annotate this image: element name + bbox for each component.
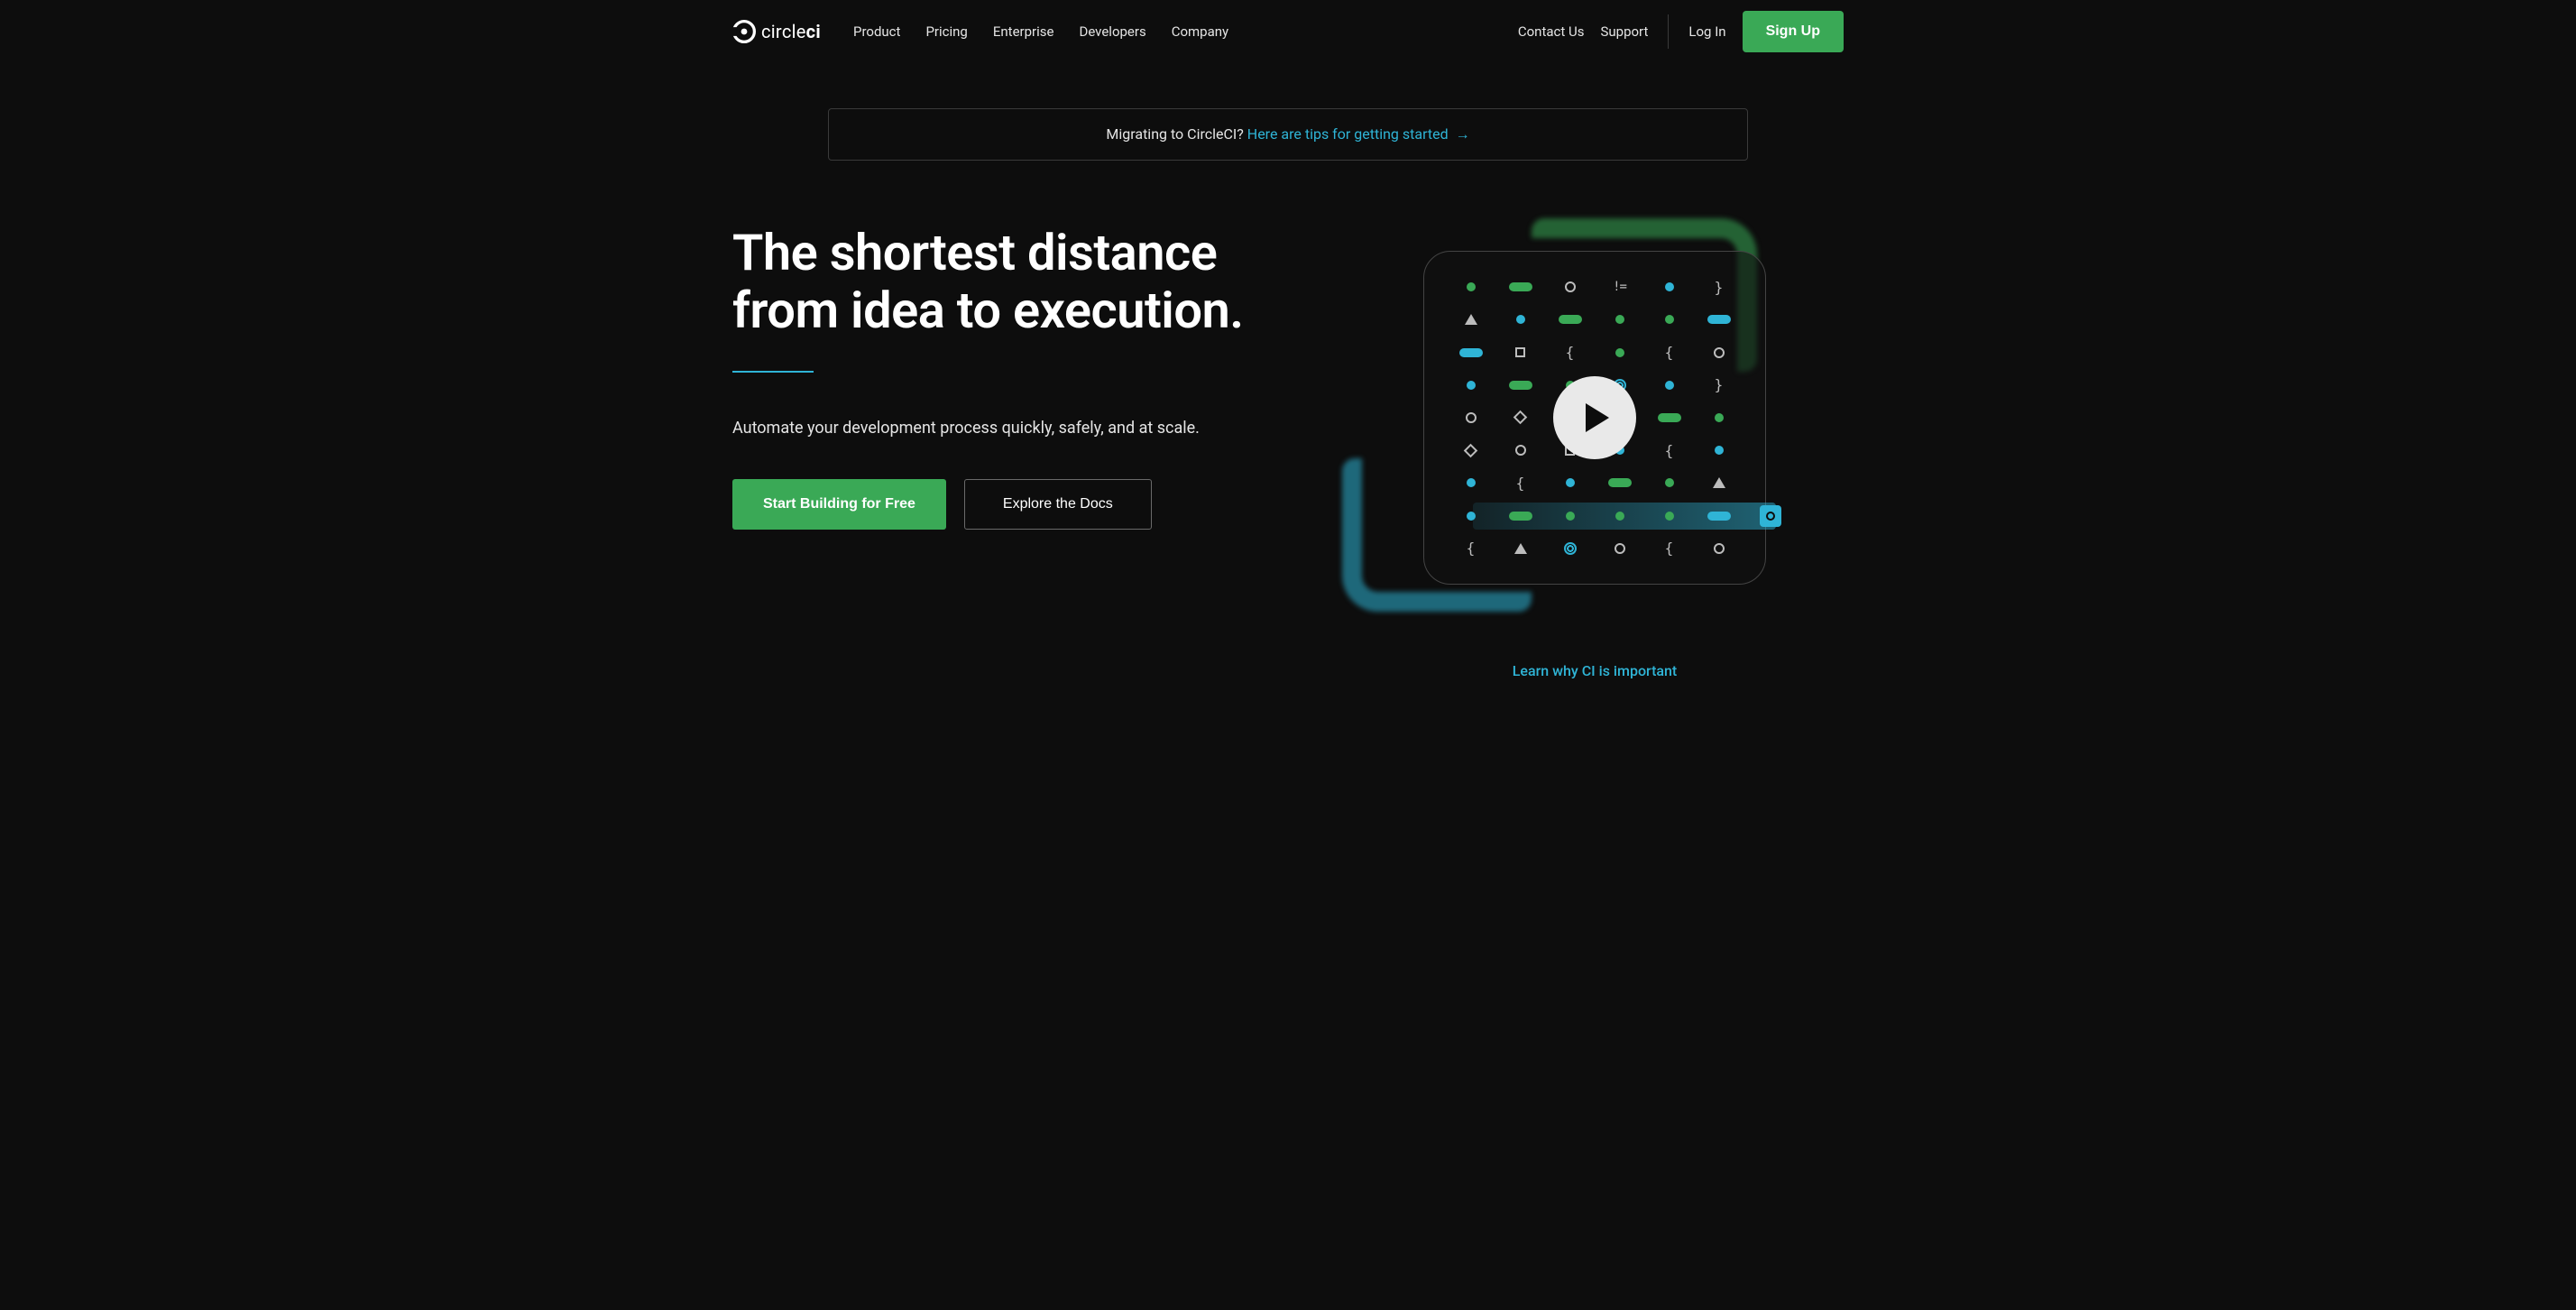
nav-login[interactable]: Log In [1688, 23, 1725, 40]
explore-docs-button[interactable]: Explore the Docs [964, 479, 1152, 530]
nav-product[interactable]: Product [853, 23, 900, 40]
circleci-logo-icon [732, 20, 756, 43]
nav-developers[interactable]: Developers [1079, 23, 1145, 40]
main-nav: Product Pricing Enterprise Developers Co… [853, 23, 1228, 40]
row-highlight-end-icon [1760, 505, 1781, 527]
banner-link[interactable]: Here are tips for getting started [1247, 125, 1449, 143]
hero-video-graphic: !=} {{ } { { {{ [1396, 224, 1793, 612]
nav-company[interactable]: Company [1172, 23, 1228, 40]
nav-divider [1668, 14, 1669, 49]
header-nav: circleci Product Pricing Enterprise Deve… [732, 0, 1844, 63]
nav-contact-us[interactable]: Contact Us [1518, 23, 1585, 40]
accent-bar [732, 371, 814, 373]
nav-pricing[interactable]: Pricing [925, 23, 967, 40]
play-video-button[interactable] [1553, 376, 1636, 459]
learn-why-ci-link[interactable]: Learn why CI is important [1513, 662, 1678, 679]
start-building-button[interactable]: Start Building for Free [732, 479, 946, 530]
hero-section: The shortest distance from idea to execu… [732, 224, 1844, 679]
signup-button[interactable]: Sign Up [1743, 11, 1844, 52]
nav-enterprise[interactable]: Enterprise [993, 23, 1054, 40]
logo-text: circleci [761, 21, 821, 42]
banner-prefix: Migrating to CircleCI? [1106, 125, 1247, 143]
migration-banner: Migrating to CircleCI? Here are tips for… [828, 108, 1748, 161]
logo[interactable]: circleci [732, 20, 821, 43]
hero-subtitle: Automate your development process quickl… [732, 416, 1237, 441]
nav-support[interactable]: Support [1600, 23, 1648, 40]
arrow-right-icon: → [1456, 125, 1470, 143]
right-nav: Contact Us Support Log In Sign Up [1518, 11, 1844, 52]
hero-title: The shortest distance from idea to execu… [732, 224, 1310, 340]
